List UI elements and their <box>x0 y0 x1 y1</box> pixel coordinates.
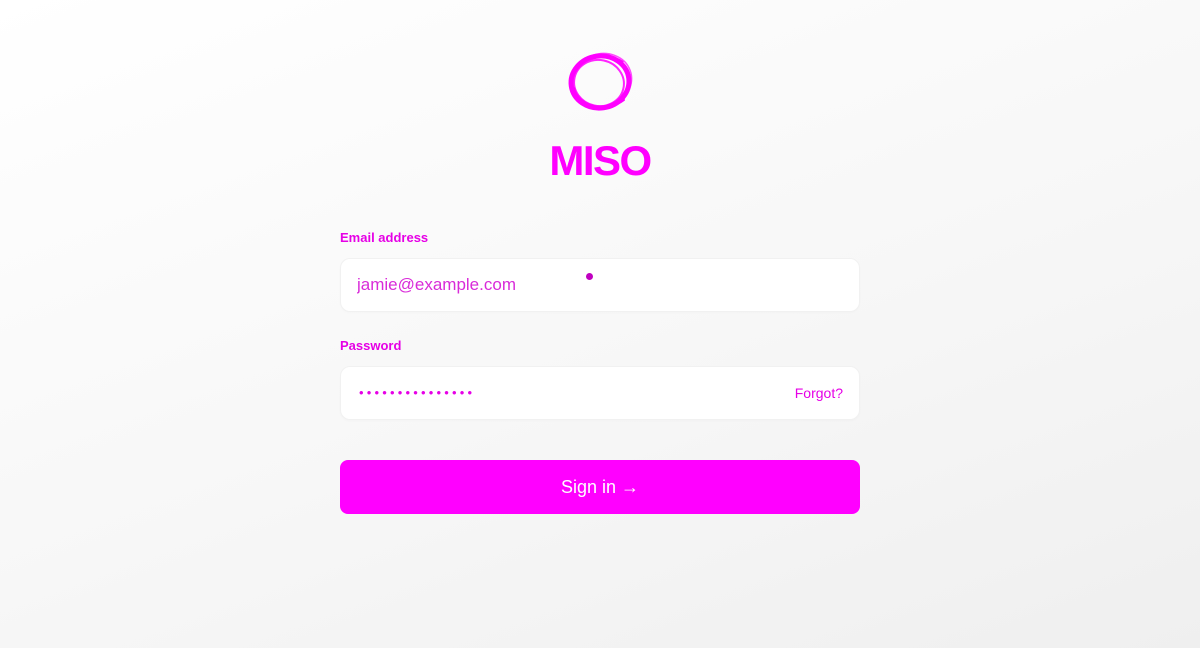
password-label: Password <box>340 338 402 353</box>
email-label: Email address <box>340 230 429 245</box>
password-field[interactable]: ••••••••••••••• Forgot? <box>340 366 860 420</box>
miso-logo-icon <box>562 48 638 118</box>
sign-in-button[interactable]: Sign in → <box>340 460 860 514</box>
cursor-dot <box>586 273 593 280</box>
email-field-container[interactable] <box>340 258 860 312</box>
brand-title: MISO <box>549 137 652 184</box>
email-field[interactable] <box>357 259 777 311</box>
forgot-password-link[interactable]: Forgot? <box>795 367 843 419</box>
password-masked-value: ••••••••••••••• <box>359 385 476 400</box>
brush-circle-icon <box>568 52 633 111</box>
login-form: Email address Password ••••••••••••••• F… <box>340 228 860 514</box>
